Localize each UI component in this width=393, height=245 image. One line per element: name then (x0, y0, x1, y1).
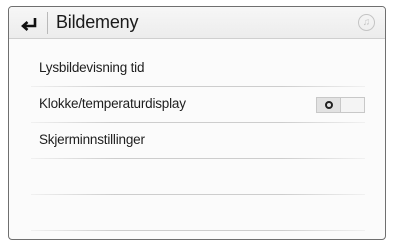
page-title: Bildemeny (56, 12, 139, 32)
music-note-icon: ♫ (362, 17, 371, 28)
menu-item-label: Lysbildevisning tid (39, 60, 145, 75)
clock-temperature-toggle[interactable] (316, 97, 365, 113)
menu-item-slideshow-time[interactable]: Lysbildevisning tid (31, 51, 365, 87)
back-arrow-icon (21, 18, 37, 31)
empty-row (31, 195, 365, 231)
screen: Bildemeny ♫ Lysbildevisning tid Klokke/t… (8, 6, 386, 240)
menu-item-clock-temperature-display[interactable]: Klokke/temperaturdisplay (31, 87, 365, 123)
menu-item-label: Skjerminnstillinger (39, 132, 145, 147)
music-button[interactable]: ♫ (358, 14, 375, 31)
header-bar: Bildemeny ♫ (9, 7, 385, 39)
header-divider (47, 12, 48, 34)
menu-item-screen-settings[interactable]: Skjerminnstillinger (31, 123, 365, 159)
toggle-knob (317, 98, 341, 112)
toggle-off-icon (325, 101, 333, 109)
menu-item-label: Klokke/temperaturdisplay (39, 96, 186, 111)
empty-row (31, 159, 365, 195)
row-divider (31, 230, 365, 231)
back-button[interactable] (19, 13, 39, 33)
